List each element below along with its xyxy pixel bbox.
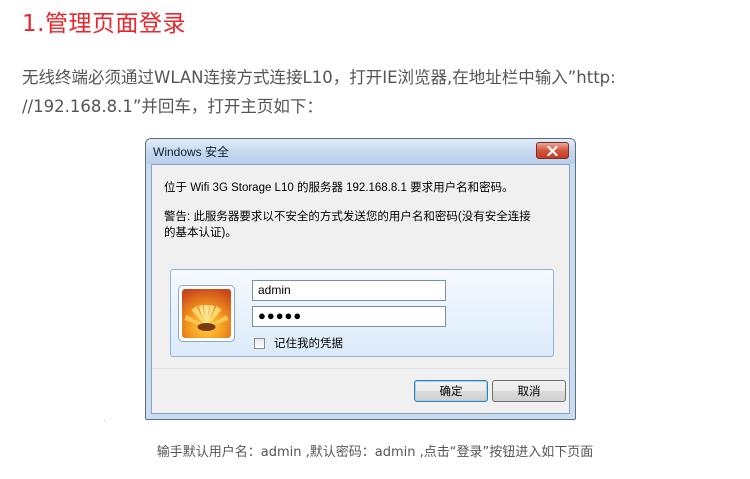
username-field[interactable]: admin [252,280,446,301]
intro-line-2: //192.168.8.1”并回车，打开主页如下： [22,97,323,116]
warning-line-2: 的基本认证)。 [164,227,237,239]
dialog-body: 位于 Wifi 3G Storage L10 的服务器 192.168.8.1 … [151,164,570,414]
remember-label: 记住我的凭据 [274,338,343,350]
stray-dot [104,420,105,421]
remember-credentials[interactable]: 记住我的凭据 [254,335,343,351]
cancel-button[interactable]: 取消 [492,380,566,402]
dialog-titlebar[interactable]: Windows 安全 [146,139,575,164]
warning-line-1: 警告: 此服务器要求以不安全的方式发送您的用户名和密码(没有安全连接 [164,211,531,223]
intro-line-1: 无线终端必须通过WLAN连接方式连接L10，打开IE浏览器,在地址栏中输入”ht… [22,68,616,87]
remember-checkbox[interactable] [254,337,265,349]
close-icon [547,145,558,156]
footer-divider [152,368,569,369]
caption-text: 输手默认用户名：admin ,默认密码：admin ,点击“登录”按钮进入如下页… [156,445,594,460]
avatar [178,285,235,342]
dialog-title: Windows 安全 [153,145,230,159]
section-heading: 1.管理页面登录 [22,11,186,37]
password-field[interactable]: ●●●●● [252,306,446,327]
ok-button[interactable]: 确定 [414,380,488,402]
dialog-warning: 警告: 此服务器要求以不安全的方式发送您的用户名和密码(没有安全连接 的基本认证… [164,209,564,241]
user-avatar-flower-icon [182,289,231,338]
credentials-panel: admin ●●●●● 记住我的凭据 [170,269,554,357]
windows-security-dialog: Windows 安全 位于 Wifi 3G Storage L10 的服务器 1… [145,138,576,420]
close-button[interactable] [536,142,569,159]
intro-paragraph: 无线终端必须通过WLAN连接方式连接L10，打开IE浏览器,在地址栏中输入”ht… [22,63,722,121]
dialog-message: 位于 Wifi 3G Storage L10 的服务器 192.168.8.1 … [164,182,514,194]
